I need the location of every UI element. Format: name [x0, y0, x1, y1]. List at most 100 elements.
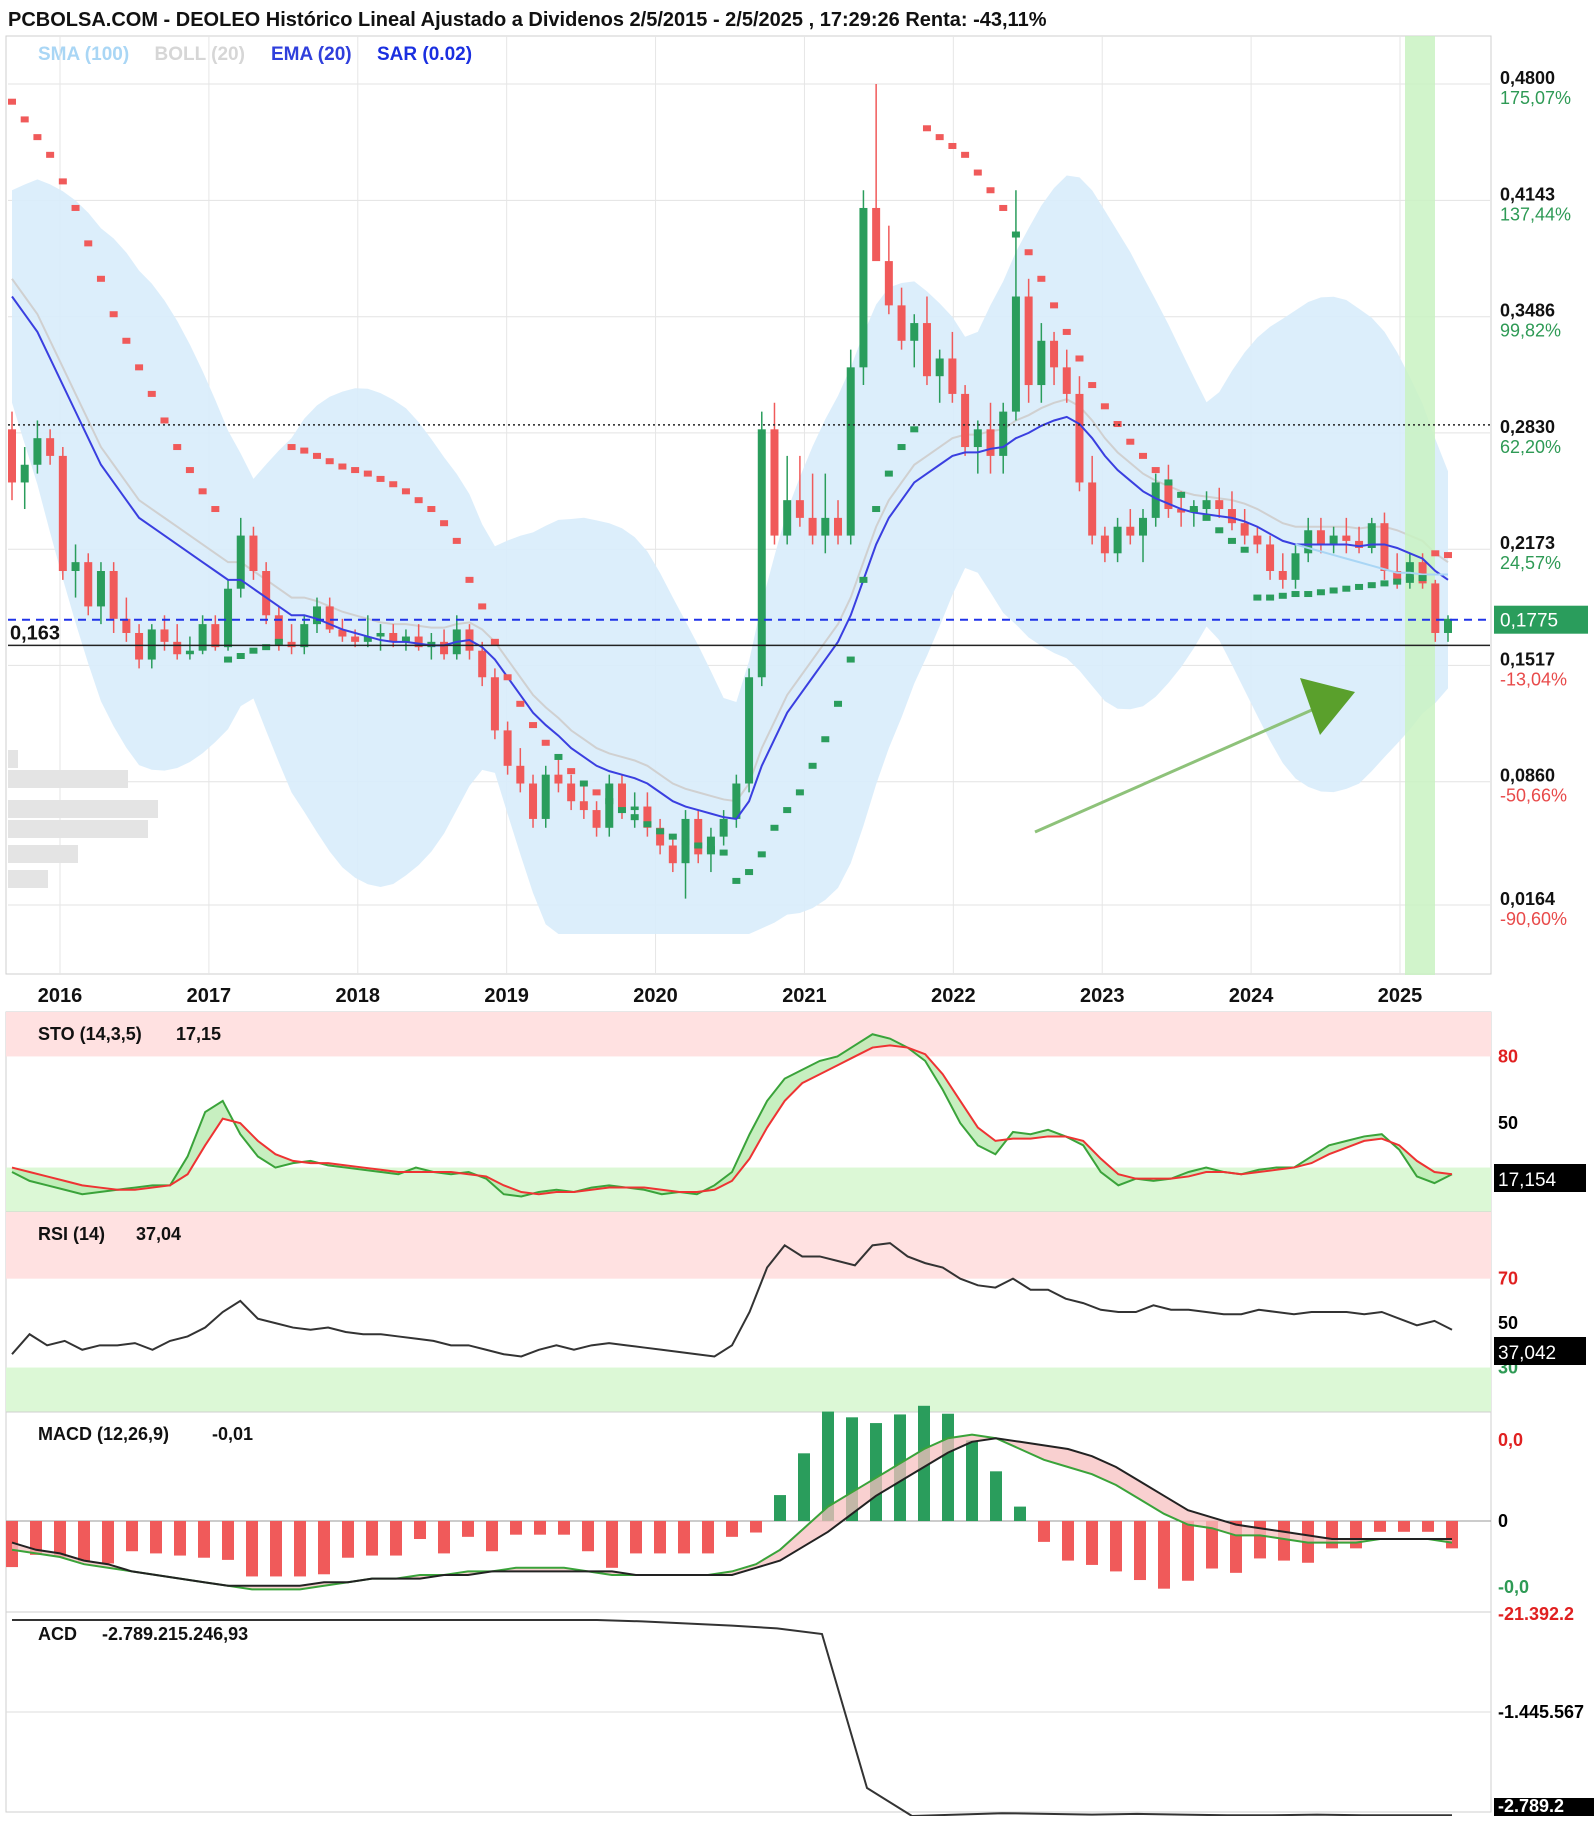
sar-dot: [173, 444, 182, 451]
sar-dot: [274, 638, 283, 645]
sar-dot: [312, 452, 321, 459]
price-tick-label: 0,4800: [1500, 68, 1555, 88]
candle-body: [1113, 526, 1122, 554]
sar-dot: [440, 520, 449, 527]
sar-dot: [503, 674, 512, 681]
sar-dot: [249, 647, 258, 654]
candle-body: [71, 562, 80, 572]
sar-dot: [961, 151, 970, 158]
sar-dot: [1355, 583, 1364, 590]
candle-body: [8, 429, 16, 483]
macd-histogram-bar: [462, 1521, 474, 1537]
acd-panel: ACD -2.789.215.246,93 -21.392.2 -1.445.567 -…: [5, 1604, 1594, 1818]
acd-tick: -1.445.567: [1498, 1702, 1584, 1722]
macd-histogram-bar: [78, 1521, 90, 1562]
macd-histogram-bar: [870, 1423, 882, 1521]
sar-dot: [948, 142, 957, 149]
sto-overbought-zone: [6, 1012, 1491, 1057]
sar-dot: [1266, 594, 1275, 601]
sar-dot: [821, 736, 830, 743]
macd-histogram-bar: [1038, 1521, 1050, 1542]
macd-histogram-bar: [1422, 1521, 1434, 1532]
macd-histogram-bar: [582, 1521, 594, 1552]
sar-dot: [579, 780, 588, 787]
sar-dot: [300, 447, 309, 454]
macd-label: MACD (12,26,9): [38, 1424, 169, 1444]
reference-price-label: 0,163: [10, 622, 60, 644]
candle-body: [33, 438, 42, 465]
sar-dot: [287, 444, 296, 451]
rsi-panel: RSI (14) 37,0470503037,042: [5, 1211, 1586, 1413]
candle-body: [795, 500, 804, 518]
candle-body: [312, 606, 321, 625]
sar-dot: [1113, 421, 1122, 428]
sar-dot: [1075, 355, 1084, 362]
candle-body: [351, 636, 360, 642]
candle-body: [1380, 523, 1389, 572]
price-tick-label: 0,0860: [1500, 766, 1555, 786]
macd-histogram-bar: [1158, 1521, 1170, 1589]
candle-body: [986, 429, 995, 456]
macd-histogram-bar: [438, 1521, 450, 1554]
macd-histogram-bar: [1014, 1506, 1026, 1521]
macd-histogram-bar: [318, 1521, 330, 1575]
candle-body: [1126, 526, 1135, 536]
sto-value: 17,15: [176, 1024, 221, 1044]
candle-body: [630, 806, 639, 811]
candle-body: [910, 323, 919, 341]
macd-histogram-bar: [366, 1521, 378, 1556]
price-tick-pct: 137,44%: [1500, 204, 1571, 224]
year-label: 2023: [1080, 985, 1125, 1007]
candle-body: [668, 845, 677, 864]
candle-body: [579, 801, 588, 811]
sar-dot: [795, 789, 804, 796]
candle-body: [1329, 535, 1338, 545]
sar-dot: [592, 789, 601, 796]
macd-histogram-bar: [1278, 1521, 1290, 1561]
sar-dot: [109, 311, 118, 318]
candle-body: [1253, 535, 1262, 545]
sar-dot: [834, 700, 843, 707]
candle-body: [935, 358, 944, 377]
price-tick-pct: 24,57%: [1500, 553, 1561, 573]
sto-panel: STO (14,3,5) 17,15 80 50 17,154: [5, 1011, 1586, 1213]
candle-body: [1139, 517, 1148, 536]
price-tick-pct: 62,20%: [1500, 437, 1561, 457]
year-label: 2018: [336, 985, 381, 1007]
macd-histogram-bar: [54, 1521, 66, 1557]
sar-dot: [516, 700, 525, 707]
price-tick-label: 0,4143: [1500, 184, 1555, 204]
legend-item: BOLL (20): [155, 44, 245, 65]
sar-dot: [554, 753, 563, 760]
sar-dot: [1177, 491, 1186, 498]
acd-value: -2.789.215.246,93: [102, 1624, 248, 1644]
macd-histogram-bar: [702, 1521, 714, 1554]
candle-body: [376, 632, 385, 637]
price-tick-label: 0,2830: [1500, 417, 1555, 437]
sar-dot: [224, 656, 233, 663]
volume-profile-bar: [8, 870, 48, 888]
macd-histogram-bar: [1350, 1521, 1362, 1549]
macd-histogram-bar: [1062, 1521, 1074, 1561]
macd-histogram-bar: [654, 1521, 666, 1554]
candle-body: [973, 429, 982, 448]
macd-histogram-bar: [798, 1453, 810, 1521]
candle-body: [135, 632, 144, 660]
macd-histogram-bar: [126, 1521, 138, 1552]
candle-body: [1050, 340, 1059, 368]
macd-histogram-bar: [150, 1521, 162, 1554]
sar-dot: [897, 444, 906, 451]
sar-dot: [617, 807, 626, 814]
candle-body: [516, 765, 525, 784]
candle-body: [287, 641, 296, 648]
legend-item: EMA (20): [271, 44, 352, 65]
candle-body: [490, 677, 499, 731]
macd-histogram-bar: [1326, 1521, 1338, 1549]
sar-dot: [719, 849, 728, 856]
sar-dot: [1405, 576, 1414, 583]
macd-histogram-bar: [750, 1521, 762, 1533]
sar-dot: [325, 458, 334, 465]
sar-dot: [58, 178, 67, 185]
sar-dot: [1444, 552, 1452, 559]
candle-body: [999, 411, 1008, 456]
